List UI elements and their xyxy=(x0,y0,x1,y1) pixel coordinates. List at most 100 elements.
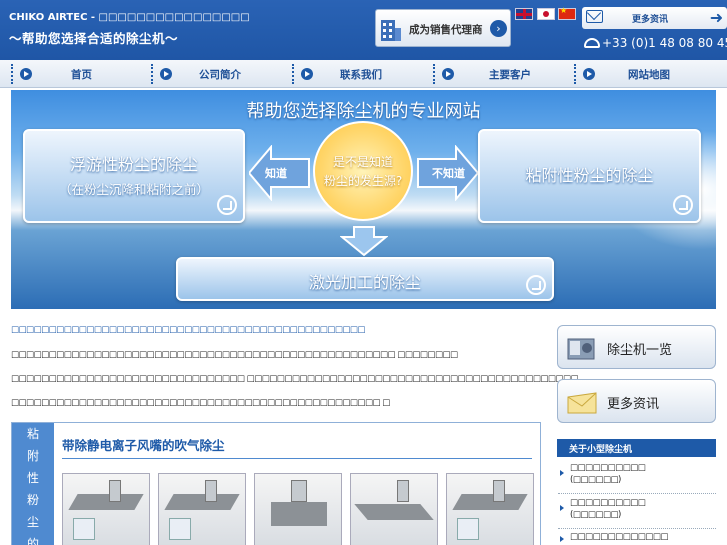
play-icon xyxy=(160,68,172,80)
site-header: CHIKO AIRTEC - □□□□□□□□□□□□□□□□ ～帮助您选择合适… xyxy=(0,0,727,60)
content-lead: □□□□□□□□□□□□□□□□□□□□□□□□□□□□□□□□□□□□□□□□… xyxy=(11,325,365,335)
floating-dust-button[interactable]: 浮游性粉尘的除尘 （在粉尘沉降和粘附之前） xyxy=(23,129,245,223)
tab-char: 的 xyxy=(26,537,39,545)
english-flag-icon[interactable] xyxy=(515,8,533,20)
product-title[interactable]: 带除静电离子风嘴的吹气除尘 xyxy=(62,435,532,459)
more-info-label: 更多资讯 xyxy=(632,15,669,25)
chinese-flag-icon[interactable] xyxy=(558,6,576,20)
building-icon xyxy=(381,20,401,41)
conveyor-shape xyxy=(164,494,240,510)
arrow-down-icon xyxy=(340,226,388,257)
more-info-side-button[interactable]: 更多资讯 xyxy=(557,379,716,423)
laser-processing-button[interactable]: 激光加工的除尘 xyxy=(176,257,554,301)
nozzle-shape xyxy=(205,480,217,502)
sidebar-link[interactable]: □□□□□□□□□□ (□□□□□□) xyxy=(558,463,716,491)
conveyor-shape xyxy=(354,504,434,520)
nav-label: 联系我们 xyxy=(340,69,382,81)
brand-name[interactable]: CHIKO AIRTEC - □□□□□□□□□□□□□□□□ xyxy=(9,12,250,23)
sidebar-link-line: (□□□□□□) xyxy=(570,510,621,520)
nav-separator xyxy=(433,64,435,84)
conveyor-shape xyxy=(452,494,528,510)
arrow-right-label: 不知道 xyxy=(432,167,465,180)
unit-shape xyxy=(457,518,479,540)
product-category-tab: 粘 附 性 粉 尘 的 xyxy=(12,423,54,545)
play-icon xyxy=(442,68,454,80)
tab-char: 附 xyxy=(26,449,39,463)
arrow-corner-icon xyxy=(526,275,546,295)
floating-dust-title: 浮游性粉尘的除尘 xyxy=(69,155,198,174)
nav-item-contact[interactable]: 联系我们 xyxy=(292,60,433,88)
japanese-flag-icon[interactable] xyxy=(537,8,555,20)
content-paragraph: □□□□□□□□□□□□□□□□□□□□□□□□□□□□□□□□□□□□□□□□… xyxy=(11,398,390,408)
more-info-button[interactable]: 更多资讯 ➜ xyxy=(582,7,727,29)
tab-char: 尘 xyxy=(26,515,39,529)
dust-collector-list-label: 除尘机一览 xyxy=(607,343,673,358)
arrow-right-icon: ➜ xyxy=(709,8,724,27)
nav-item-home[interactable]: 首页 xyxy=(11,60,151,88)
unit-shape xyxy=(73,518,95,540)
arrow-corner-icon xyxy=(673,195,693,215)
envelope-icon xyxy=(586,10,603,23)
nav-label: 首页 xyxy=(71,69,92,81)
laser-processing-title: 激光加工的除尘 xyxy=(308,273,421,292)
conveyor-shape xyxy=(68,494,144,510)
tab-char: 性 xyxy=(26,471,39,485)
arrow-corner-icon xyxy=(217,195,237,215)
product-image[interactable] xyxy=(62,473,150,545)
sidebar-link-line: □□□□□□□□□□ xyxy=(570,463,646,473)
become-agent-button[interactable]: 成为销售代理商 › xyxy=(375,9,511,47)
product-section: 粘 附 性 粉 尘 的 带除静电离子风嘴的吹气除尘 xyxy=(11,422,541,545)
nav-separator xyxy=(574,64,576,84)
dust-collector-list-button[interactable]: 除尘机一览 xyxy=(557,325,716,369)
product-image[interactable] xyxy=(446,473,534,545)
sidebar-link-line: □□□□□□□□□□□□□ xyxy=(570,532,668,542)
become-agent-label: 成为销售代理商 xyxy=(409,24,483,36)
play-icon xyxy=(583,68,595,80)
sidebar-section-title: 关于小型除尘机 xyxy=(557,439,716,457)
nav-label: 网站地图 xyxy=(628,69,670,81)
dust-collector-icon xyxy=(567,338,595,360)
nozzle-shape xyxy=(493,480,505,502)
nav-separator xyxy=(11,64,13,84)
nav-separator xyxy=(151,64,153,84)
sidebar-link[interactable]: □□□□□□□□□□□□□ xyxy=(558,532,716,545)
content-paragraph: □□□□□□□□□□□□□□□□□□□□□□□□□□□□□□□ □□□□□□□□… xyxy=(11,374,579,384)
nav-item-sitemap[interactable]: 网站地图 xyxy=(574,60,716,88)
adhesive-dust-title: 粘附性粉尘的除尘 xyxy=(525,166,654,185)
dust-source-question: 是不是知道 粉尘的发生源? xyxy=(313,121,413,221)
product-image[interactable] xyxy=(254,473,342,545)
hero-banner: 帮助您选择除尘机的专业网站 浮游性粉尘的除尘 （在粉尘沉降和粘附之前） 知道 是… xyxy=(11,90,716,309)
sidebar-link[interactable]: □□□□□□□□□□ (□□□□□□) xyxy=(558,498,716,526)
hero-title: 帮助您选择除尘机的专业网站 xyxy=(246,101,481,122)
product-image[interactable] xyxy=(158,473,246,545)
play-icon xyxy=(20,68,32,80)
nozzle-shape xyxy=(397,480,409,502)
floating-dust-subtitle: （在粉尘沉降和粘附之前） xyxy=(58,182,209,197)
phone-number: +33 (0)1 48 08 80 45 xyxy=(584,36,727,50)
triangle-bullet-icon xyxy=(560,505,564,511)
nav-item-clients[interactable]: 主要客户 xyxy=(433,60,574,88)
envelope-icon xyxy=(567,392,597,414)
phone-icon xyxy=(584,38,600,48)
sidebar-link-line: (□□□□□□) xyxy=(570,475,621,485)
adhesive-dust-button[interactable]: 粘附性粉尘的除尘 xyxy=(478,129,701,223)
unit-shape xyxy=(169,518,191,540)
product-image[interactable] xyxy=(350,473,438,545)
main-nav: 首页 公司简介 联系我们 主要客户 网站地图 xyxy=(0,60,727,88)
tab-char: 粉 xyxy=(26,493,39,507)
nozzle-shape xyxy=(109,480,121,502)
nav-item-company[interactable]: 公司简介 xyxy=(151,60,292,88)
tab-char: 粘 xyxy=(26,427,39,441)
more-info-side-label: 更多资讯 xyxy=(607,397,660,412)
nav-label: 主要客户 xyxy=(489,69,531,81)
triangle-bullet-icon xyxy=(560,536,564,542)
divider xyxy=(558,493,716,494)
arrow-right-icon: › xyxy=(490,20,507,37)
question-line-1: 是不是知道 xyxy=(332,155,393,169)
content-paragraph: □□□□□□□□□□□□□□□□□□□□□□□□□□□□□□□□□□□□□□□□… xyxy=(11,350,458,360)
question-line-2: 粉尘的发生源? xyxy=(323,174,403,188)
triangle-bullet-icon xyxy=(560,470,564,476)
machine-shape xyxy=(271,502,327,526)
site-tagline: ～帮助您选择合适的除尘机～ xyxy=(9,31,179,46)
arrow-left-label: 知道 xyxy=(265,167,287,180)
